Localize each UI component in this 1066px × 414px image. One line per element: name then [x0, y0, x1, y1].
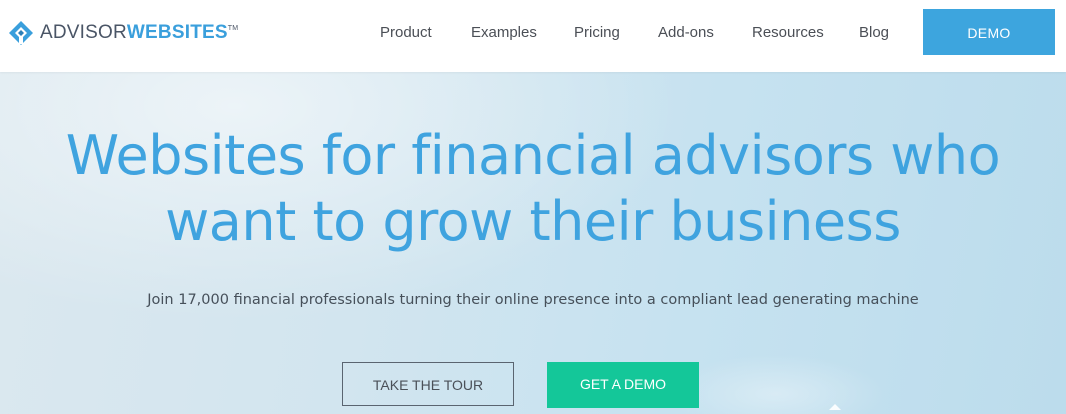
nav-item-blog[interactable]: Blog — [859, 24, 889, 42]
nav-item-add-ons[interactable]: Add-ons — [658, 24, 714, 42]
logo-text-regular: ADVISOR — [40, 22, 127, 43]
demo-button[interactable]: DEMO — [923, 9, 1055, 55]
take-the-tour-button[interactable]: TAKE THE TOUR — [342, 362, 514, 406]
caret-up-icon — [829, 404, 841, 410]
hero-title-line-2: want to grow their business — [165, 190, 901, 253]
logo-link[interactable]: ADVISORWEBSITESTM — [8, 20, 238, 46]
logo-trademark: TM — [227, 25, 239, 32]
page: ADVISORWEBSITESTM Product Examples Prici… — [0, 0, 1066, 414]
nav-item-resources[interactable]: Resources — [752, 24, 824, 42]
nav-item-examples[interactable]: Examples — [471, 24, 537, 42]
hero-title-line-1: Websites for financial advisors who — [65, 124, 1001, 187]
hero-section: Websites for financial advisors who want… — [0, 72, 1066, 414]
hero-glow — [666, 354, 886, 414]
hero-subtitle: Join 17,000 financial professionals turn… — [147, 292, 919, 308]
hero-title: Websites for financial advisors who want… — [0, 123, 1066, 255]
site-header: ADVISORWEBSITESTM Product Examples Prici… — [0, 0, 1066, 72]
get-a-demo-button[interactable]: GET A DEMO — [547, 362, 699, 408]
nav-item-pricing[interactable]: Pricing — [574, 24, 620, 42]
logo-text-bold: WEBSITES — [126, 22, 228, 43]
logo-wordmark: ADVISORWEBSITESTM — [40, 20, 238, 46]
nav-item-product[interactable]: Product — [380, 24, 432, 42]
logo-icon — [9, 21, 33, 45]
